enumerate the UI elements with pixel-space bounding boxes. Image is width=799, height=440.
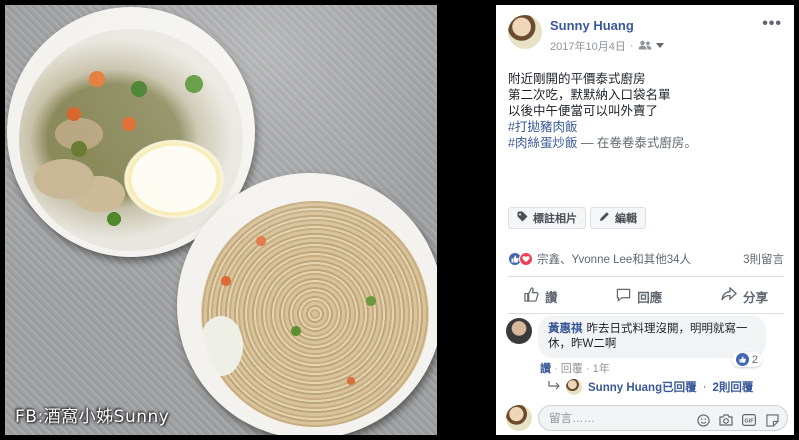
photo-watermark: FB:酒窩小姊Sunny (15, 407, 170, 427)
author-avatar[interactable] (508, 15, 542, 49)
sticker-icon[interactable] (765, 413, 779, 427)
people-icon[interactable] (638, 40, 652, 53)
separator-dot: · (629, 40, 634, 52)
hashtag-line-1: #打拋豬肉飯 (508, 119, 788, 135)
body-line-3: 以後中午便當可以叫外賣了 (508, 104, 659, 118)
edit-button[interactable]: 編輯 (590, 207, 646, 229)
divider (508, 276, 784, 277)
reply-author-name: Sunny Huang已回覆 (588, 382, 697, 394)
comment-like-link[interactable]: 讚 (540, 363, 551, 375)
like-reaction-icon (735, 353, 749, 366)
reaction-names[interactable]: 宗鑫、Yvonne Lee和其他34人 (537, 251, 691, 267)
screenshot-frame: FB:酒窩小姊Sunny Sunny Huang 2017年10月4日 · ••… (0, 0, 799, 440)
commenter-name[interactable]: 黃惠祺 (548, 323, 583, 335)
comment-count[interactable]: 3則留言 (743, 251, 784, 267)
post-photo[interactable]: FB:酒窩小姊Sunny (5, 5, 437, 435)
reply-count: 2則回覆 (712, 382, 754, 394)
share-label: 分享 (742, 290, 768, 305)
camera-icon[interactable] (719, 413, 733, 427)
hashtag-basil-pork[interactable]: #打拋豬肉飯 (508, 120, 577, 134)
comment-label: 回應 (637, 290, 663, 305)
comment-composer: 留言…… GIF (504, 403, 788, 433)
gif-icon[interactable]: GIF (742, 413, 756, 427)
composer-icons: GIF (696, 413, 779, 427)
share-button[interactable]: 分享 (721, 286, 768, 306)
my-avatar (506, 405, 532, 431)
emoji-icon[interactable] (696, 413, 710, 427)
comment-placeholder: 留言…… (549, 413, 595, 425)
comment-time[interactable]: 1年 (593, 363, 610, 375)
chevron-down-icon[interactable] (655, 40, 664, 52)
comment-input[interactable]: 留言…… GIF (538, 405, 788, 431)
fried-rice-food (201, 201, 429, 427)
tag-photo-label: 標註相片 (533, 213, 577, 225)
post-date[interactable]: 2017年10月4日 (550, 38, 626, 54)
svg-text:GIF: GIF (744, 419, 754, 425)
action-bar: 讚 回應 分享 (508, 282, 784, 310)
post-meta: 2017年10月4日 · (550, 38, 664, 54)
like-button[interactable]: 讚 (524, 287, 558, 306)
body-line-2: 第二次吃，默默納入口袋名單 (508, 88, 671, 102)
reply-arrow-icon (548, 380, 560, 394)
comment-icon (616, 287, 631, 305)
love-reaction-icon (519, 252, 533, 266)
comment-like-count: 2 (751, 353, 758, 366)
post-panel: Sunny Huang 2017年10月4日 · ••• 附近剛開的平價泰式廚房… (496, 5, 794, 435)
replies-summary[interactable]: Sunny Huang已回覆 · 2則回覆 (548, 379, 753, 395)
comment-button[interactable]: 回應 (616, 287, 662, 306)
pencil-icon (599, 211, 610, 225)
reaction-summary[interactable]: 宗鑫、Yvonne Lee和其他34人 3則留言 (508, 249, 784, 269)
share-icon (721, 286, 737, 305)
hashtag-fried-rice[interactable]: #肉絲蛋炒飯 (508, 136, 577, 150)
comment-links: 讚 · 回覆 · 1年 (540, 363, 610, 375)
location-text[interactable]: — 在卷卷泰式廚房。 (581, 136, 697, 150)
thumbs-up-icon (524, 287, 539, 305)
post-header: Sunny Huang 2017年10月4日 · ••• (496, 5, 794, 63)
photo-tools: 標註相片 編輯 (508, 207, 646, 229)
like-label: 讚 (545, 290, 558, 305)
author-name[interactable]: Sunny Huang (550, 18, 634, 33)
post-body: 附近剛開的平價泰式廚房 第二次吃，默默納入口袋名單 以後中午便當可以叫外賣了 #… (508, 71, 788, 151)
divider (508, 313, 784, 314)
hashtag-line-2: #肉絲蛋炒飯 — 在卷卷泰式廚房。 (508, 135, 788, 151)
edit-label: 編輯 (615, 213, 637, 225)
comment-like-badge[interactable]: 2 (731, 352, 762, 367)
tag-icon (517, 211, 528, 225)
body-line-1: 附近剛開的平價泰式廚房 (508, 72, 646, 86)
comment-bubble: 黃惠祺 昨去日式料理沒開，明明就寫一休，昨W二啊 (538, 316, 766, 358)
reply-author-avatar (566, 379, 582, 395)
more-options-icon[interactable]: ••• (762, 15, 782, 33)
tag-photo-button[interactable]: 標註相片 (508, 207, 586, 229)
comment-reply-link[interactable]: 回覆 (561, 363, 583, 375)
commenter-avatar[interactable] (506, 318, 532, 344)
